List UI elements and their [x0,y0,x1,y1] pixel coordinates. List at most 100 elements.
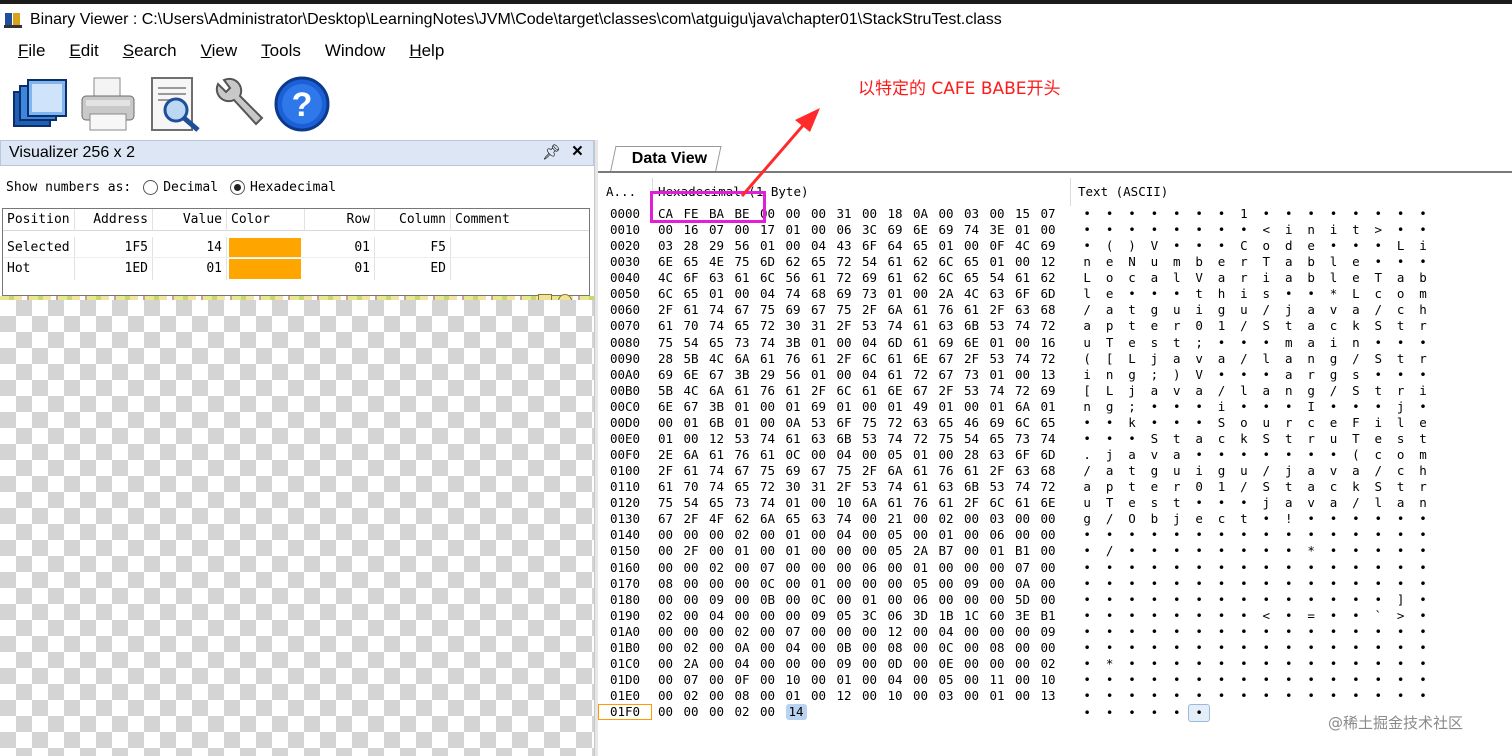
hex-byte[interactable]: 67 [709,367,735,383]
ascii-char[interactable]: • [1188,640,1210,656]
ascii-char[interactable]: S [1345,383,1367,399]
ascii-char[interactable]: • [1367,511,1389,527]
ascii-char[interactable]: • [1098,608,1120,624]
row-ascii[interactable]: LocalVariableTab [1076,270,1434,286]
hex-byte[interactable]: 07 [684,672,710,688]
ascii-char[interactable]: • [1367,335,1389,351]
ascii-char[interactable]: T [1098,335,1120,351]
ascii-char[interactable]: • [1412,576,1434,592]
ascii-char[interactable]: t [1345,222,1367,238]
ascii-char[interactable]: • [1233,560,1255,576]
hex-byte[interactable]: 00 [1015,335,1041,351]
hex-row[interactable]: 0100 2F 61 74 67 75 69 67 75 2F 6A 61 76 61 2F 63 68/a t g… [598,463,1512,479]
ascii-char[interactable]: • [1210,222,1232,238]
ascii-char[interactable]: u [1076,495,1098,511]
ascii-char[interactable]: • [1121,624,1143,640]
hex-byte[interactable]: 00 [939,592,965,608]
ascii-char[interactable]: • [1278,560,1300,576]
hex-byte[interactable]: 4F [709,511,735,527]
ascii-char[interactable]: • [1412,206,1434,222]
hex-byte[interactable]: 00 [735,608,761,624]
hex-byte[interactable]: 08 [658,576,684,592]
hex-byte[interactable]: 75 [837,302,863,318]
hex-byte[interactable]: 61 [811,351,837,367]
hex-byte[interactable]: 04 [786,640,812,656]
hex-byte[interactable]: 03 [964,206,990,222]
hex-byte[interactable]: 67 [913,383,939,399]
ascii-char[interactable]: * [1300,543,1322,559]
row-ascii[interactable]: • • • St a c k St r u Te s t [1076,431,1434,447]
ascii-char[interactable]: l [1255,351,1277,367]
ascii-char[interactable]: c [1121,270,1143,286]
ascii-char[interactable]: • [1233,335,1255,351]
hex-byte[interactable]: 2F [862,463,888,479]
hex-byte[interactable]: 0A [786,415,812,431]
ascii-char[interactable]: • [1278,624,1300,640]
ascii-char[interactable]: • [1076,672,1098,688]
hex-byte[interactable]: 00 [735,592,761,608]
ascii-char[interactable]: • [1076,576,1098,592]
hex-byte[interactable]: 03 [658,238,684,254]
ascii-char[interactable]: u [1233,302,1255,318]
hex-byte[interactable]: 65 [735,479,761,495]
hex-byte[interactable]: 74 [786,286,812,302]
ascii-char[interactable]: / [1076,302,1098,318]
hex-row[interactable]: 01E0 00 02 00 08 00 01 00 12 00 10 00 03 00 01 00 13 • • • •… [598,688,1512,704]
hex-byte[interactable]: 65 [964,270,990,286]
hex-byte[interactable]: 61 [913,335,939,351]
ascii-char[interactable]: r [1233,254,1255,270]
print-preview-icon[interactable] [146,74,206,134]
ascii-char[interactable]: • [1210,543,1232,559]
ascii-char[interactable]: • [1210,560,1232,576]
hex-byte[interactable]: 00 [811,656,837,672]
hex-byte[interactable]: 03 [939,688,965,704]
ascii-char[interactable]: • [1210,656,1232,672]
hex-byte[interactable]: 69 [786,463,812,479]
hex-byte[interactable]: 65 [990,431,1016,447]
ascii-char[interactable]: ( [1345,447,1367,463]
ascii-char[interactable]: • [1143,576,1165,592]
ascii-char[interactable]: h [1412,463,1434,479]
hex-byte[interactable]: 5D [1015,592,1041,608]
ascii-char[interactable]: g [1300,383,1322,399]
ascii-char[interactable]: • [1367,399,1389,415]
ascii-char[interactable]: • [1367,592,1389,608]
hex-byte[interactable]: 53 [990,479,1016,495]
ascii-char[interactable]: a [1143,383,1165,399]
ascii-char[interactable]: • [1345,238,1367,254]
hex-byte[interactable]: 6A [684,447,710,463]
hex-byte[interactable]: 65 [709,495,735,511]
hex-byte[interactable]: 75 [837,463,863,479]
row-ascii[interactable]: •() V • • • Co d e • • • Li [1076,238,1434,254]
row-ascii[interactable]: • * • • • • • • • • • • • • • • [1076,656,1434,672]
hex-byte[interactable]: 70 [684,318,710,334]
hex-byte[interactable]: 09 [837,656,863,672]
hex-byte[interactable]: 1B [939,608,965,624]
ascii-char[interactable]: u [1166,463,1188,479]
hex-byte[interactable]: 61 [786,431,812,447]
menu-view[interactable]: View [189,41,250,61]
ascii-char[interactable]: • [1076,415,1098,431]
ascii-char[interactable]: i [1233,286,1255,302]
ascii-char[interactable]: • [1412,335,1434,351]
ascii-char[interactable]: a [1278,270,1300,286]
ascii-char[interactable]: e [1121,335,1143,351]
hex-byte[interactable]: 6C [862,351,888,367]
hex-byte[interactable]: 00 [684,431,710,447]
ascii-char[interactable]: • [1121,543,1143,559]
ascii-char[interactable]: • [1300,624,1322,640]
ascii-char[interactable]: / [1210,383,1232,399]
row-hex[interactable]: 69 6E 67 3B 29 56 01 00 04 61 72 67 73 01 00 13 [658,367,1066,383]
ascii-char[interactable]: n [1300,351,1322,367]
ascii-char[interactable]: • [1412,527,1434,543]
hex-row[interactable]: 0140 00 00 00 02 00 01 00 04 00 05 00 01 00 06 00 00 • • • •… [598,527,1512,543]
hex-byte[interactable]: 75 [658,495,684,511]
hex-byte[interactable]: 74 [1041,431,1067,447]
ascii-char[interactable]: • [1188,560,1210,576]
ascii-char[interactable]: a [1345,463,1367,479]
ascii-char[interactable]: V [1188,367,1210,383]
hex-row[interactable]: 00F0 2E 6A 61 76 61 0C 00 04 00 05 01 00 28 63 6F 6D. j a v… [598,447,1512,463]
ascii-char[interactable]: • [1322,640,1344,656]
ascii-char[interactable]: n [1076,254,1098,270]
hex-byte[interactable]: 6E [964,335,990,351]
